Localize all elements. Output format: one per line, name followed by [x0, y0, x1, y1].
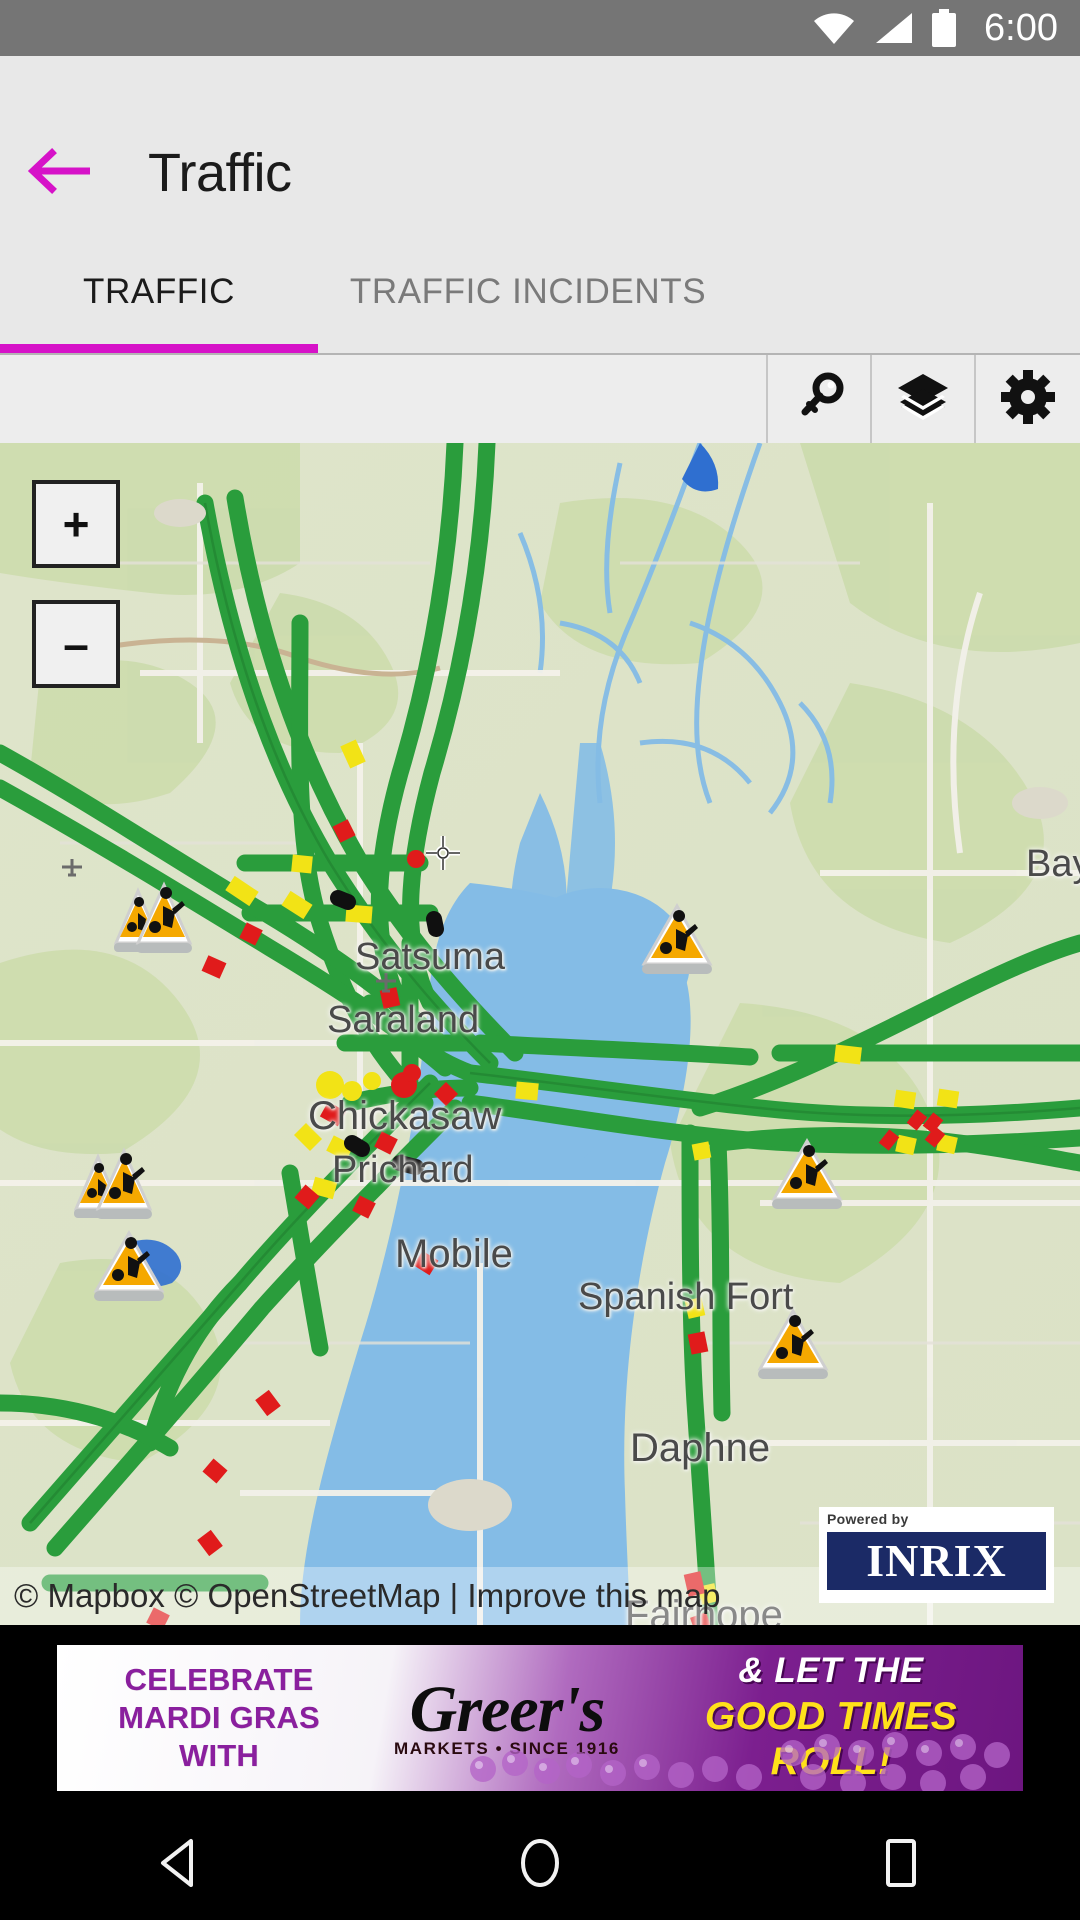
- inrix-logo: INRIX: [827, 1529, 1046, 1593]
- map-label-chickasaw: Chickasaw: [308, 1094, 502, 1138]
- nav-back-button[interactable]: [90, 1811, 270, 1920]
- map-label-bay: Bay: [1026, 843, 1080, 885]
- map-toolbar: [0, 353, 1080, 443]
- toolbar-spacer: [0, 355, 768, 443]
- key-icon: [793, 371, 845, 428]
- inrix-badge: Powered by INRIX: [819, 1507, 1054, 1603]
- map-center-crosshair: [425, 835, 461, 876]
- ad-banner[interactable]: CELEBRATE MARDI GRAS WITH Greer's MARKET…: [57, 1645, 1023, 1791]
- roadwork-icon[interactable]: [84, 1225, 174, 1312]
- map-zoom-controls: + –: [32, 480, 120, 688]
- back-nav-icon: [157, 1837, 203, 1894]
- ad-celebrate-line: CELEBRATE: [124, 1662, 314, 1698]
- tab-active-indicator: [0, 344, 318, 353]
- map-label-satsuma: Satsuma: [355, 936, 505, 978]
- roadwork-icon[interactable]: [748, 1303, 838, 1390]
- status-bar-clock: 6:00: [984, 6, 1058, 49]
- mardi-gras-beads-decoration: [470, 1732, 1010, 1791]
- recents-nav-icon: [877, 1836, 923, 1895]
- nav-recents-button[interactable]: [810, 1811, 990, 1920]
- roadwork-icon[interactable]: [632, 898, 722, 985]
- roadwork-icon[interactable]: [46, 1139, 166, 1236]
- map-canvas: [0, 443, 1080, 1625]
- tab-bar: TRAFFIC TRAFFIC INCIDENTS: [0, 231, 1080, 353]
- nav-home-button[interactable]: [450, 1811, 630, 1920]
- map-label-prichard: Prichard: [332, 1149, 474, 1191]
- layers-button[interactable]: [872, 355, 976, 443]
- ad-let-the-line: & LET THE: [738, 1651, 924, 1691]
- ad-banner-container: CELEBRATE MARDI GRAS WITH Greer's MARKET…: [0, 1625, 1080, 1811]
- roadwork-icon[interactable]: [86, 873, 206, 970]
- tab-traffic-label: TRAFFIC: [83, 272, 235, 311]
- tab-traffic-incidents[interactable]: TRAFFIC INCIDENTS: [318, 231, 738, 353]
- inrix-powered-by-label: Powered by: [827, 1511, 909, 1527]
- battery-icon: [930, 9, 958, 47]
- legend-button[interactable]: [768, 355, 872, 443]
- roadwork-icon[interactable]: [762, 1133, 852, 1220]
- home-nav-icon: [515, 1836, 565, 1895]
- tab-traffic[interactable]: TRAFFIC: [0, 231, 318, 353]
- phone-screen: 6:00 Traffic TRAFFIC TRAFFIC INCIDENTS S…: [0, 0, 1080, 1920]
- map-label-saraland: Saraland: [327, 999, 480, 1041]
- status-bar: 6:00: [0, 0, 1080, 56]
- signal-icon: [872, 11, 914, 45]
- ad-left-text: CELEBRATE MARDI GRAS WITH: [57, 1661, 357, 1774]
- traffic-map[interactable]: Satsuma Saraland Chickasaw Prichard Mobi…: [0, 443, 1080, 1625]
- tab-traffic-incidents-label: TRAFFIC INCIDENTS: [349, 272, 707, 311]
- gear-icon: [1001, 369, 1055, 429]
- map-label-daphne: Daphne: [630, 1426, 771, 1470]
- back-arrow-icon: [27, 147, 92, 200]
- page-title: Traffic: [148, 143, 292, 203]
- android-nav-bar: [0, 1811, 1080, 1920]
- map-label-mobile: Mobile: [395, 1232, 513, 1276]
- ad-mardi-gras-line: MARDI GRAS WITH: [118, 1700, 320, 1773]
- back-button[interactable]: [0, 118, 118, 228]
- settings-button[interactable]: [976, 355, 1080, 443]
- layers-icon: [896, 371, 950, 428]
- inrix-wordmark: INRIX: [866, 1535, 1007, 1586]
- zoom-out-button[interactable]: –: [32, 600, 120, 688]
- zoom-in-button[interactable]: +: [32, 480, 120, 568]
- wifi-icon: [812, 11, 856, 45]
- app-bar: Traffic TRAFFIC TRAFFIC INCIDENTS: [0, 56, 1080, 353]
